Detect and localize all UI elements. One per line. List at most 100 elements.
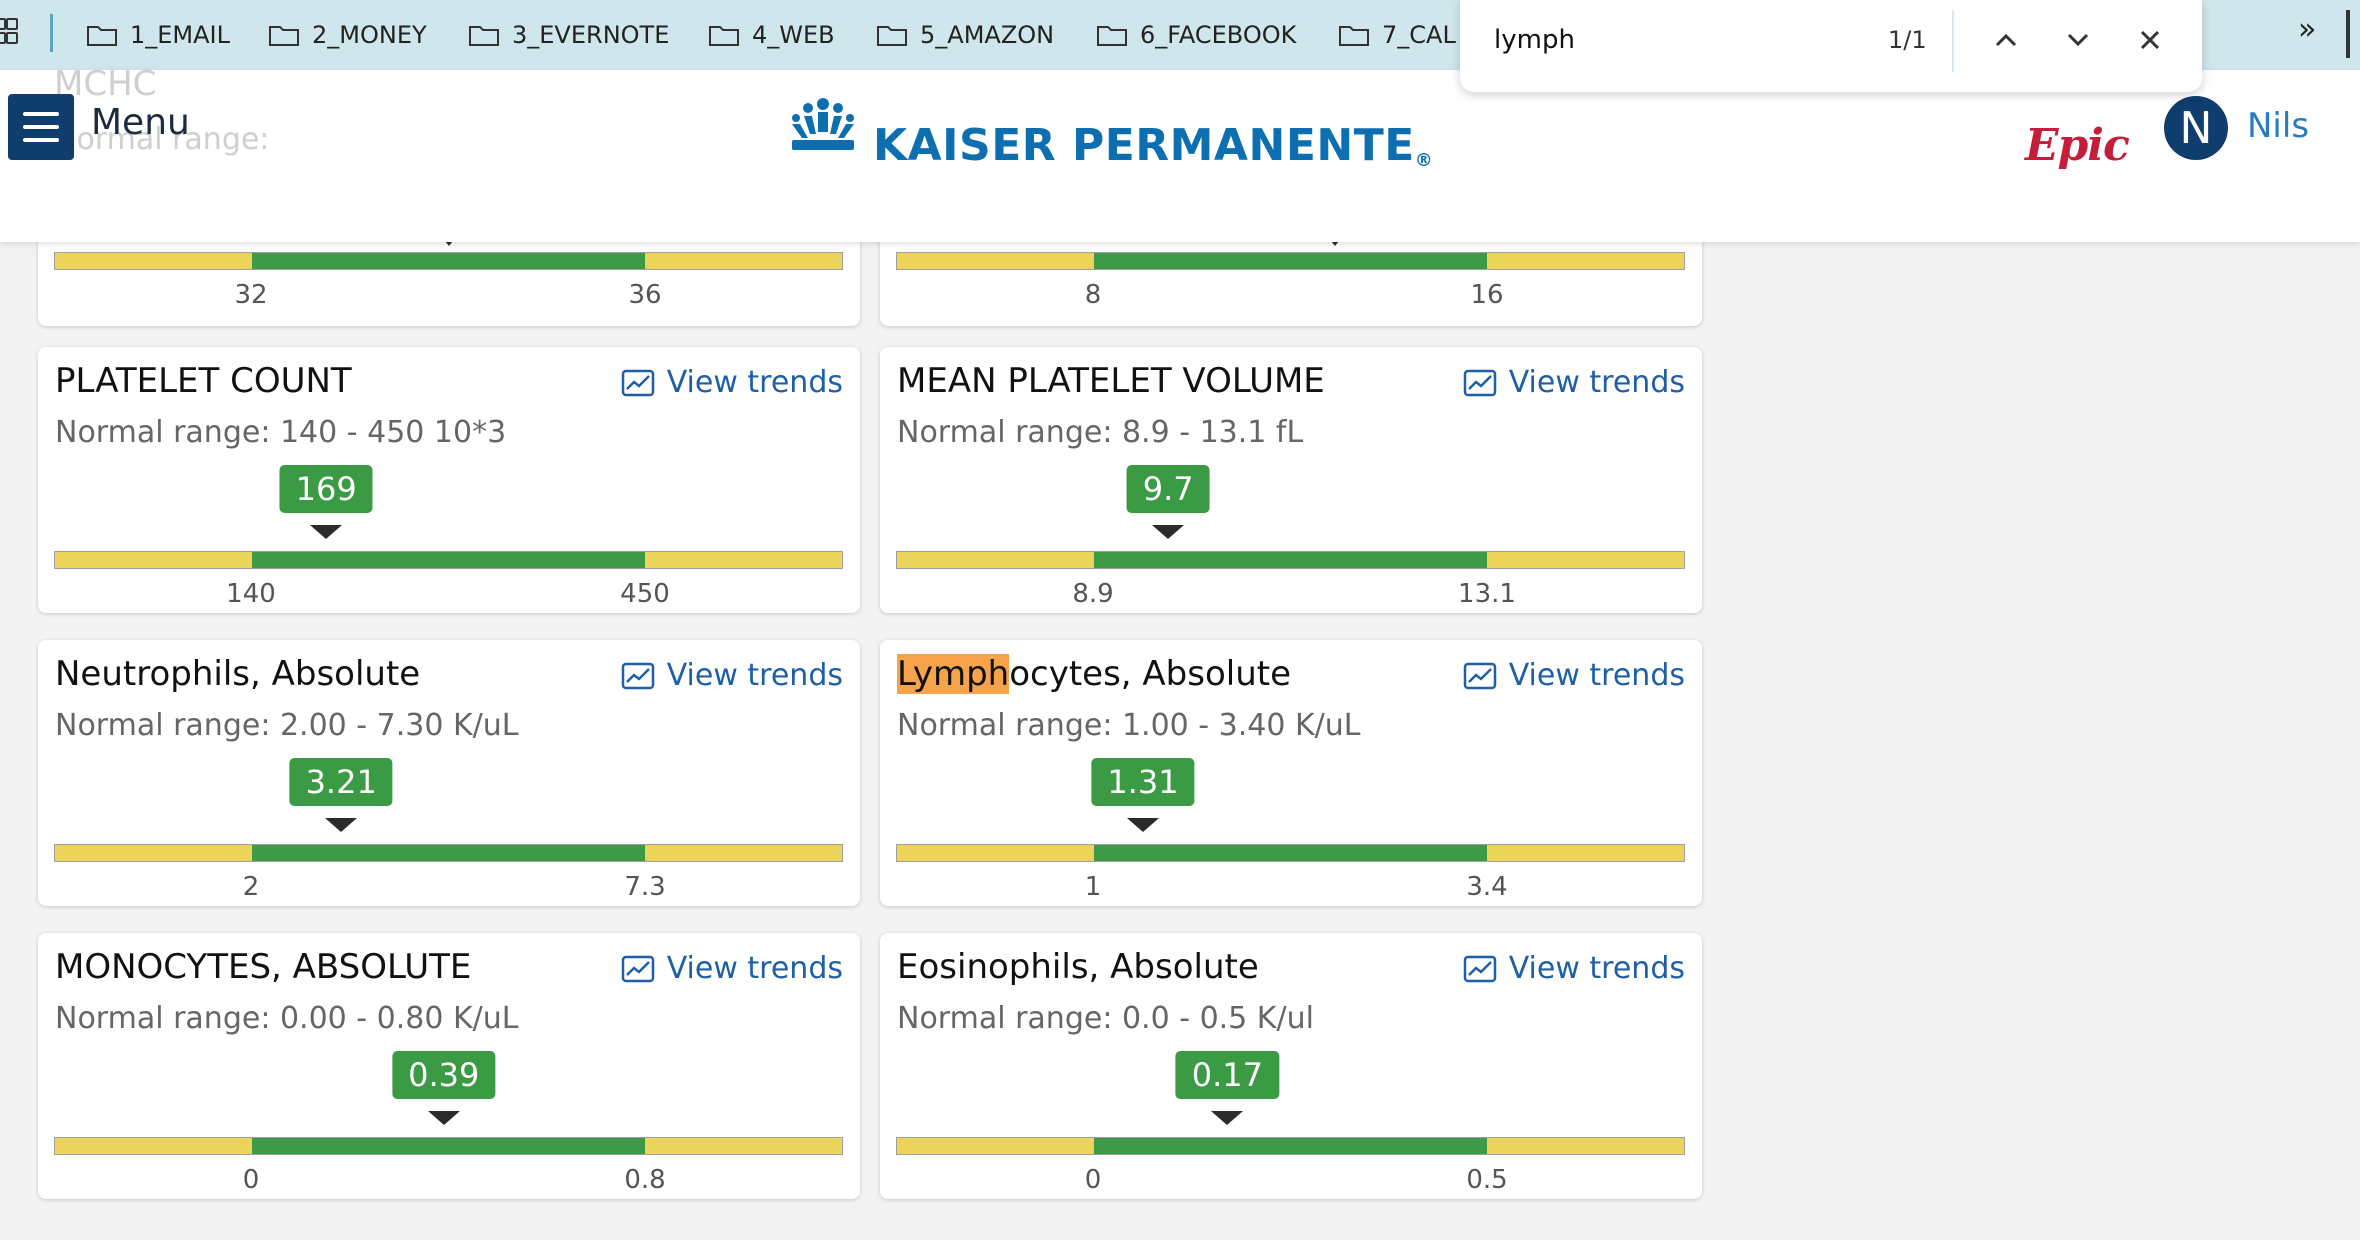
view-trends-link[interactable]: View trends — [1463, 658, 1685, 693]
result-value-badge: 0.17 — [1175, 1051, 1279, 1099]
trends-chart-icon — [621, 955, 654, 982]
range-low-tick: 8 — [1084, 280, 1102, 310]
range-low-tick: 0 — [1084, 1165, 1102, 1195]
trends-chart-icon — [1463, 369, 1496, 396]
find-input[interactable] — [1492, 24, 1836, 56]
folder-icon — [269, 26, 299, 46]
range-high-tick: 0.8 — [624, 1165, 666, 1195]
trends-chart-icon — [1463, 662, 1496, 689]
range-bar — [54, 252, 843, 270]
more-bookmarks-icon[interactable]: » — [2298, 12, 2316, 47]
view-trends-link[interactable]: View trends — [621, 951, 843, 986]
below-range-segment — [55, 845, 252, 861]
bookmark-label: 6_FACEBOOK — [1140, 21, 1297, 49]
normal-range: Normal range: 0.0 - 0.5 K/ul — [897, 1001, 1314, 1036]
below-range-segment — [897, 552, 1094, 568]
folder-icon — [1097, 26, 1127, 46]
result-title-rest: ocytes, Absolute — [1009, 654, 1291, 694]
above-range-segment — [645, 1138, 842, 1154]
bookmark-label: 7_CAL — [1382, 21, 1456, 49]
avatar[interactable]: N — [2164, 96, 2228, 160]
lab-result-card: Eosinophils, Absolute View trends Normal r… — [880, 933, 1702, 1199]
normal-range: Normal range: 8.9 - 13.1 fL — [897, 415, 1304, 450]
below-range-segment — [897, 1138, 1094, 1154]
above-range-segment — [1487, 1138, 1684, 1154]
chevron-down-icon — [2067, 33, 2089, 47]
lab-result-card: PLATELET COUNT View trends Normal range: 1… — [38, 347, 860, 613]
bookmark-label: 2_MONEY — [312, 21, 427, 49]
above-range-segment — [1487, 552, 1684, 568]
range-low-tick: 140 — [226, 579, 276, 609]
normal-range: Normal range: 140 - 450 10*3 — [55, 415, 507, 450]
result-title: Eosinophils, Absolute — [897, 947, 1259, 987]
below-range-segment — [897, 845, 1094, 861]
view-trends-link[interactable]: View trends — [1463, 951, 1685, 986]
range-high-tick: 16 — [1470, 280, 1504, 310]
below-range-segment — [55, 1138, 252, 1154]
lab-result-card: Lymphocytes, Absolute View trends Normal r… — [880, 640, 1702, 906]
lab-result-card: Neutrophils, Absolute View trends Normal r… — [38, 640, 860, 906]
above-range-segment — [645, 845, 842, 861]
above-range-segment — [645, 552, 842, 568]
normal-range-segment — [251, 845, 646, 861]
find-next-button[interactable] — [2056, 18, 2100, 62]
value-pointer — [310, 525, 343, 539]
folder-icon — [709, 26, 739, 46]
find-bar: 1/1 — [1460, 0, 2202, 92]
result-title: Lymphocytes, Absolute — [897, 654, 1291, 694]
trends-chart-icon — [621, 662, 654, 689]
bookmark-label: 4_WEB — [752, 21, 835, 49]
bookmark-label: 5_AMAZON — [920, 21, 1055, 49]
range-bar — [896, 844, 1685, 862]
user-name[interactable]: Nils — [2247, 106, 2309, 146]
range-low-tick: 1 — [1084, 872, 1102, 902]
view-trends-link[interactable]: View trends — [621, 365, 843, 400]
kaiser-permanente-logo-icon — [792, 98, 854, 150]
range-bar — [54, 1137, 843, 1155]
bookmark-folder[interactable]: 1_EMAIL — [86, 0, 230, 70]
result-title: MONOCYTES, ABSOLUTE — [55, 947, 472, 987]
close-icon — [2140, 30, 2160, 50]
view-trends-label: View trends — [1508, 365, 1685, 400]
range-low-tick: 8.9 — [1072, 579, 1114, 609]
hamburger-icon — [23, 112, 59, 116]
bookmark-folder[interactable]: 7_CAL — [1338, 0, 1456, 70]
folder-icon — [469, 26, 499, 46]
range-bar — [54, 844, 843, 862]
above-range-segment — [1487, 845, 1684, 861]
bookmark-folder[interactable]: 6_FACEBOOK — [1096, 0, 1296, 70]
result-title: MEAN PLATELET VOLUME — [897, 361, 1325, 401]
find-separator — [1952, 10, 1954, 72]
apps-grid-icon[interactable] — [0, 18, 22, 48]
view-trends-label: View trends — [666, 951, 843, 986]
normal-range: Normal range: 0.00 - 0.80 K/uL — [55, 1001, 519, 1036]
find-previous-button[interactable] — [1984, 18, 2028, 62]
normal-range-segment — [1093, 1138, 1488, 1154]
value-pointer — [427, 1111, 460, 1125]
result-title: PLATELET COUNT — [55, 361, 352, 401]
value-pointer — [1126, 818, 1159, 832]
kaiser-permanente-logo[interactable]: KAISER PERMANENTE® — [873, 120, 1433, 171]
bookmark-folder[interactable]: 5_AMAZON — [876, 0, 1054, 70]
bookmark-folder[interactable]: 2_MONEY — [268, 0, 427, 70]
view-trends-link[interactable]: View trends — [621, 658, 843, 693]
range-bar — [896, 551, 1685, 569]
range-low-tick: 32 — [234, 280, 268, 310]
range-bar — [896, 252, 1685, 270]
find-close-button[interactable] — [2128, 18, 2172, 62]
range-high-tick: 7.3 — [624, 872, 666, 902]
menu-label[interactable]: Menu — [91, 102, 190, 143]
view-trends-link[interactable]: View trends — [1463, 365, 1685, 400]
range-high-tick: 36 — [628, 280, 662, 310]
view-trends-label: View trends — [666, 658, 843, 693]
trends-chart-icon — [621, 369, 654, 396]
app-header: MCHC Normal range: Menu KAISER PERMANENT… — [0, 64, 2360, 242]
menu-button[interactable] — [8, 94, 74, 160]
range-high-tick: 3.4 — [1466, 872, 1508, 902]
bookmark-label: 1_EMAIL — [130, 21, 231, 49]
value-pointer — [325, 818, 358, 832]
bookmark-folder[interactable]: 3_EVERNOTE — [468, 0, 669, 70]
value-pointer — [1152, 525, 1185, 539]
bookmark-folder[interactable]: 4_WEB — [708, 0, 835, 70]
folder-icon — [877, 26, 907, 46]
